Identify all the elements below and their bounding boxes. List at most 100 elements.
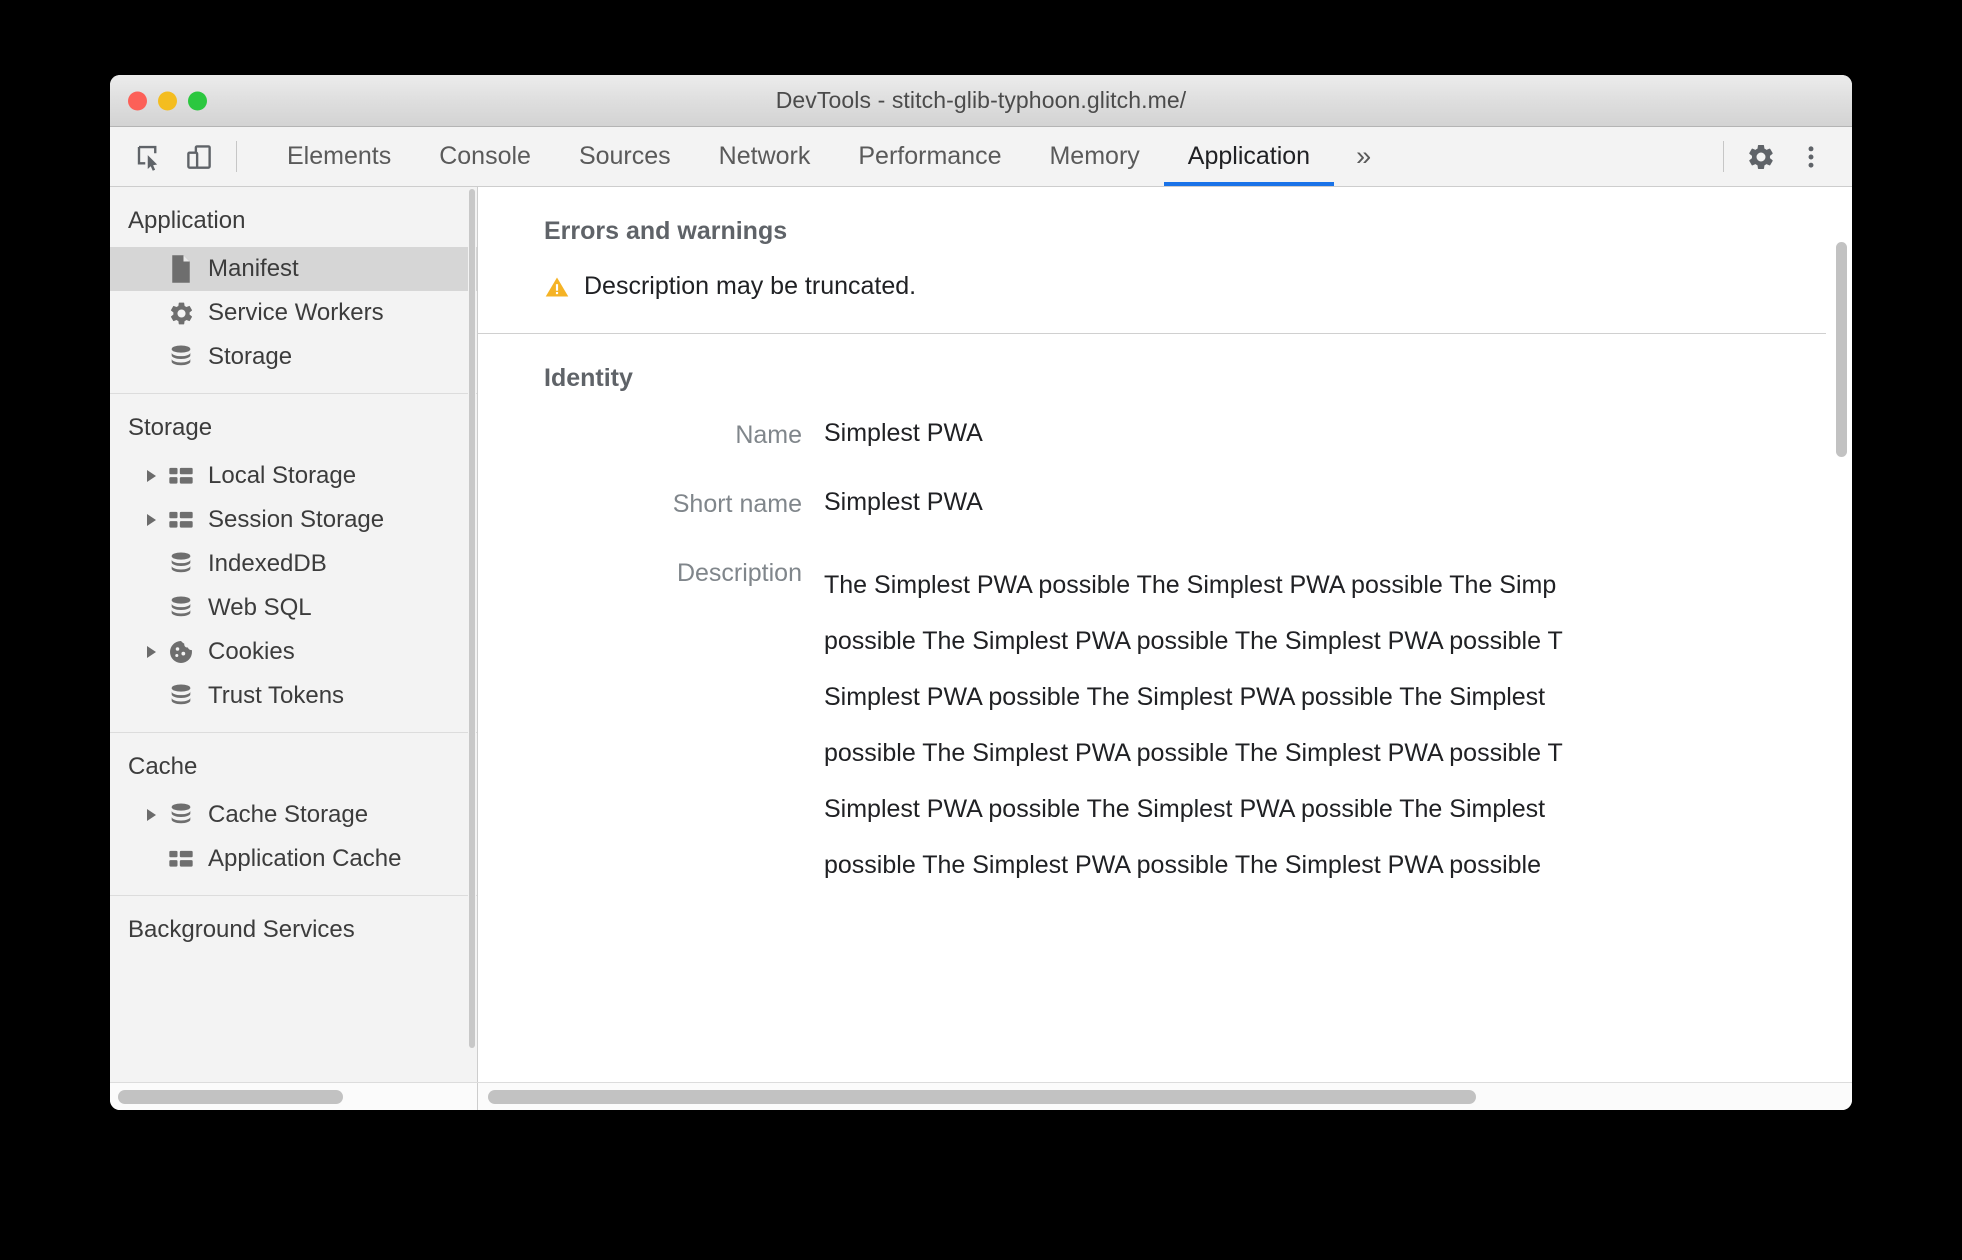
- field-value-short-name: Simplest PWA: [824, 488, 983, 516]
- devtools-toolbar: Elements Console Sources Network Perform…: [110, 127, 1852, 187]
- description-line: possible The Simplest PWA possible The S…: [824, 739, 1563, 767]
- sidebar-item-local-storage[interactable]: Local Storage: [110, 454, 477, 498]
- gear-icon: [164, 300, 198, 327]
- sidebar-item-trust-tokens[interactable]: Trust Tokens: [110, 674, 477, 718]
- document-icon: [164, 254, 198, 284]
- database-icon: [164, 801, 198, 829]
- devtools-body: Application Manifest Service Workers Sto…: [110, 187, 1852, 1082]
- description-line: possible The Simplest PWA possible The S…: [824, 851, 1541, 879]
- manifest-panel: Errors and warnings Description may be t…: [478, 187, 1852, 1082]
- sidebar-horizontal-scrollbar[interactable]: [110, 1083, 478, 1110]
- sidebar-item-cache-storage[interactable]: Cache Storage: [110, 793, 477, 837]
- sidebar-header-application: Application: [128, 207, 246, 234]
- main-horizontal-scroll-thumb[interactable]: [488, 1089, 1477, 1104]
- zoom-button[interactable]: [188, 91, 207, 110]
- description-line: The Simplest PWA possible The Simplest P…: [824, 571, 1557, 599]
- tab-sources[interactable]: Sources: [555, 127, 695, 186]
- sidebar-item-label: Cache Storage: [208, 801, 369, 828]
- field-value-name: Simplest PWA: [824, 419, 983, 447]
- sidebar-item-label: IndexedDB: [208, 550, 327, 577]
- sidebar-item-application-cache[interactable]: Application Cache: [110, 837, 477, 881]
- main-horizontal-scrollbar[interactable]: [478, 1083, 1852, 1110]
- sidebar-item-label: Cookies: [208, 638, 295, 665]
- expand-triangle-icon[interactable]: [140, 809, 162, 821]
- minimize-button[interactable]: [158, 91, 177, 110]
- table-icon: [164, 464, 198, 488]
- cookie-icon: [164, 638, 198, 666]
- sidebar-item-label: Local Storage: [208, 462, 357, 489]
- description-line: Simplest PWA possible The Simplest PWA p…: [824, 683, 1546, 711]
- field-label-short-name: Short name: [672, 490, 802, 518]
- tab-performance[interactable]: Performance: [834, 127, 1025, 186]
- toolbar-divider-right: [1723, 141, 1724, 172]
- warning-row: Description may be truncated.: [544, 272, 1826, 301]
- horizontal-scrollbar-strip: [110, 1082, 1852, 1110]
- field-row-short-name: Short name Simplest PWA: [544, 488, 1826, 519]
- database-icon: [164, 594, 198, 622]
- sidebar-item-cookies[interactable]: Cookies: [110, 630, 477, 674]
- tab-network[interactable]: Network: [695, 127, 835, 186]
- more-vertical-icon[interactable]: [1786, 127, 1836, 186]
- identity-section-title: Identity: [544, 364, 633, 392]
- sidebar-item-manifest[interactable]: Manifest: [110, 247, 477, 291]
- tab-elements[interactable]: Elements: [263, 127, 415, 186]
- close-button[interactable]: [128, 91, 147, 110]
- sidebar-item-storage[interactable]: Storage: [110, 335, 477, 379]
- sidebar-item-label: Trust Tokens: [208, 682, 345, 709]
- database-icon: [164, 682, 198, 710]
- tab-memory[interactable]: Memory: [1025, 127, 1163, 186]
- sidebar-item-label: Application Cache: [208, 845, 402, 872]
- sidebar-section-background-services: Background Services: [110, 895, 477, 970]
- panel-tabs: Elements Console Sources Network Perform…: [263, 127, 1335, 186]
- table-icon: [164, 508, 198, 532]
- field-row-name: Name Simplest PWA: [544, 419, 1826, 450]
- main-vertical-scrollbar[interactable]: [1834, 187, 1848, 1082]
- warning-triangle-icon: [544, 274, 570, 300]
- tabs-overflow-icon[interactable]: »: [1334, 127, 1393, 186]
- sidebar-header-storage: Storage: [128, 414, 213, 441]
- database-icon: [164, 343, 198, 371]
- sidebar-item-session-storage[interactable]: Session Storage: [110, 498, 477, 542]
- gear-icon[interactable]: [1736, 127, 1786, 186]
- sidebar-item-label: Session Storage: [208, 506, 385, 533]
- errors-section-title: Errors and warnings: [544, 217, 788, 245]
- table-icon: [164, 847, 198, 871]
- sidebar-horizontal-scroll-thumb[interactable]: [118, 1089, 343, 1104]
- identity-section: Identity Name Simplest PWA Short name Si…: [478, 333, 1826, 963]
- sidebar-item-web-sql[interactable]: Web SQL: [110, 586, 477, 630]
- window-title: DevTools - stitch-glib-typhoon.glitch.me…: [775, 87, 1187, 113]
- sidebar-header-cache: Cache: [128, 753, 198, 780]
- sidebar-item-service-workers[interactable]: Service Workers: [110, 291, 477, 335]
- sidebar-item-indexeddb[interactable]: IndexedDB: [110, 542, 477, 586]
- database-icon: [164, 550, 198, 578]
- field-label-description: Description: [676, 559, 802, 587]
- description-line: Simplest PWA possible The Simplest PWA p…: [824, 795, 1546, 823]
- sidebar-item-label: Storage: [208, 343, 293, 370]
- sidebar-section-cache: Cache Cache Storage Application Cache: [110, 732, 477, 895]
- toolbar-divider-left: [236, 141, 237, 172]
- field-value-description: The Simplest PWA possible The Simplest P…: [824, 557, 1563, 893]
- sidebar-section-application: Application Manifest Service Workers Sto…: [110, 187, 477, 393]
- expand-triangle-icon[interactable]: [140, 514, 162, 526]
- window-titlebar: DevTools - stitch-glib-typhoon.glitch.me…: [110, 75, 1852, 127]
- expand-triangle-icon[interactable]: [140, 470, 162, 482]
- sidebar-header-background-services: Background Services: [128, 916, 355, 943]
- sidebar-scroll-area: Application Manifest Service Workers Sto…: [110, 187, 477, 1082]
- sidebar-item-label: Web SQL: [208, 594, 312, 621]
- field-row-description: Description The Simplest PWA possible Th…: [544, 557, 1826, 893]
- sidebar-section-storage: Storage Local Storage Session Storage In…: [110, 393, 477, 732]
- tab-console[interactable]: Console: [415, 127, 555, 186]
- sidebar-item-label: Manifest: [208, 255, 299, 282]
- errors-and-warnings-section: Errors and warnings Description may be t…: [478, 187, 1826, 333]
- field-label-name: Name: [735, 421, 802, 449]
- main-vertical-scroll-thumb[interactable]: [1836, 242, 1847, 457]
- expand-triangle-icon[interactable]: [140, 646, 162, 658]
- description-line: possible The Simplest PWA possible The S…: [824, 627, 1563, 655]
- sidebar-vertical-scroll-thumb[interactable]: [469, 189, 475, 1049]
- inspect-element-icon[interactable]: [124, 127, 174, 186]
- device-toolbar-icon[interactable]: [174, 127, 224, 186]
- toolbar-right-group: [1711, 127, 1852, 186]
- sidebar-vertical-scrollbar[interactable]: [468, 187, 476, 1082]
- tab-application[interactable]: Application: [1163, 127, 1335, 186]
- window-controls: [128, 91, 207, 110]
